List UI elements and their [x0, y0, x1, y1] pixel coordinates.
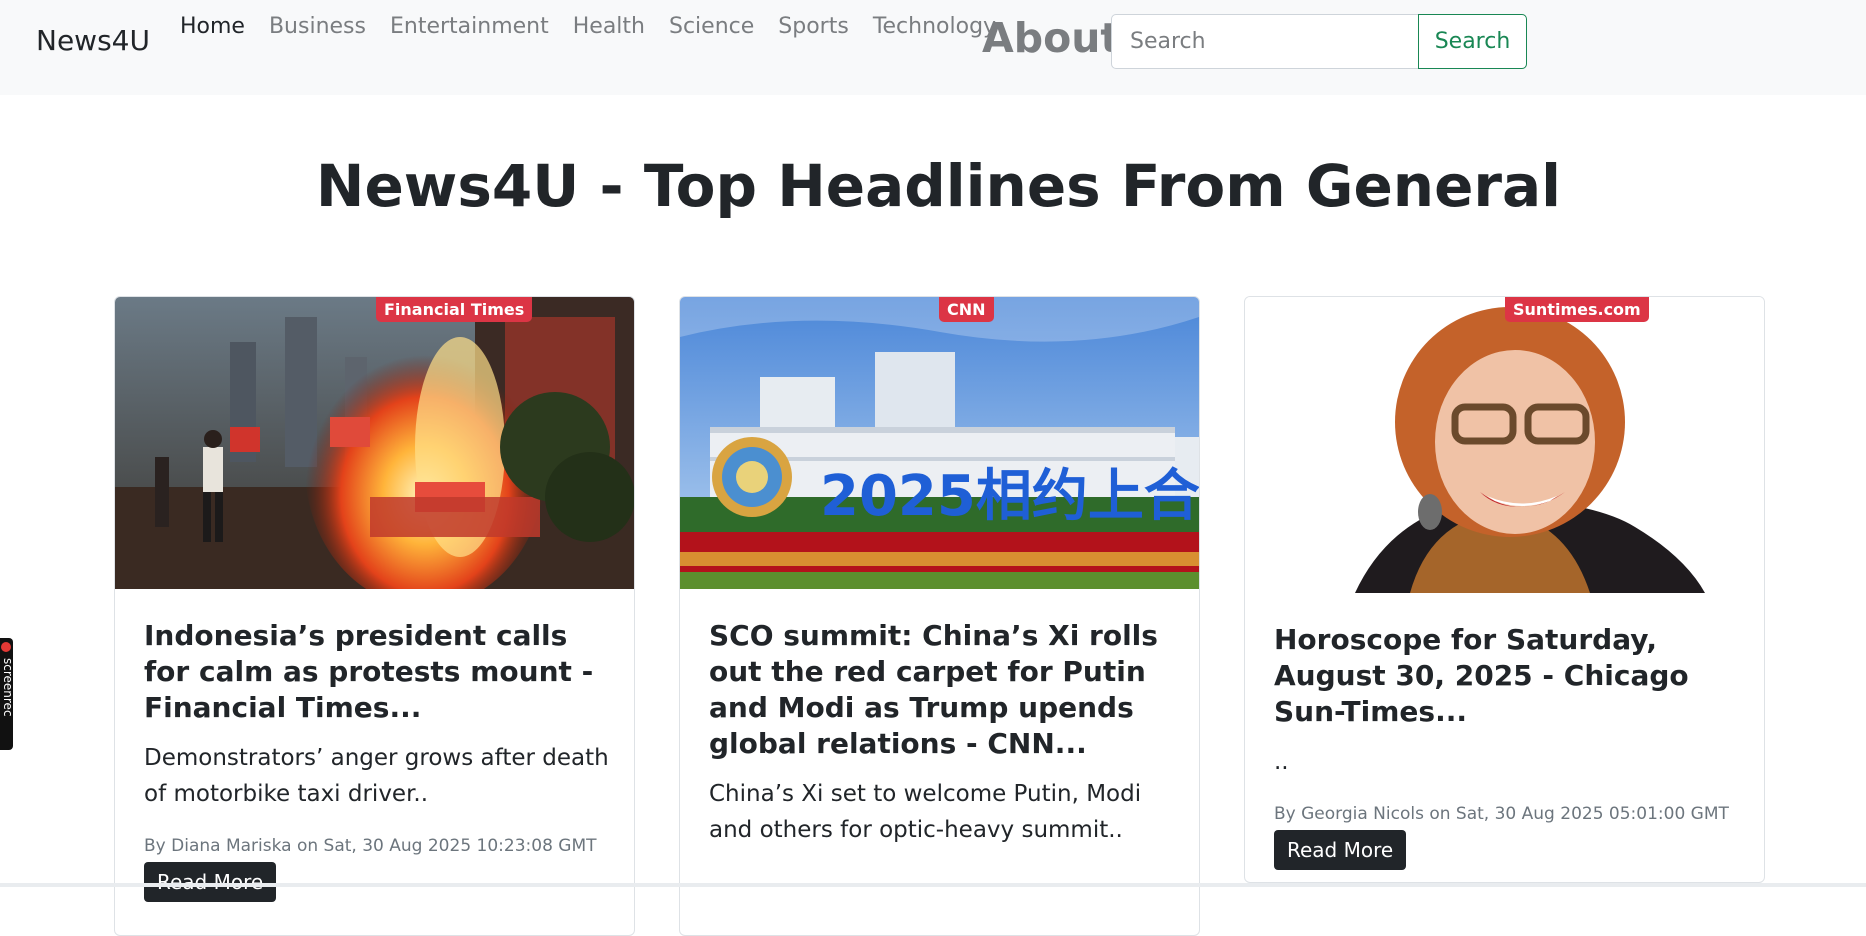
news-card: CNN 2025相约上合 SCO summit: China’s Xi roll…	[679, 296, 1200, 936]
protest-image	[115, 297, 634, 589]
nav-links: Home Business Entertainment Health Scien…	[180, 14, 1020, 39]
sco-sign-text: 2025相约上合	[820, 464, 1199, 529]
nav-link-business[interactable]: Business	[269, 14, 366, 39]
read-more-button[interactable]: Read More	[144, 862, 277, 902]
nav-link-sports[interactable]: Sports	[778, 14, 849, 39]
article-meta: By Georgia Nicols on Sat, 30 Aug 2025 05…	[1274, 804, 1729, 824]
card-body: SCO summit: China’s Xi rolls out the red…	[709, 618, 1175, 848]
screen-recorder-tab[interactable]: screenrec	[0, 638, 15, 750]
navbar: News4U Home Business Entertainment Healt…	[0, 0, 1866, 95]
news-card: Financial Times Indonesia’s president ca…	[114, 296, 635, 936]
card-body: Indonesia’s president calls for calm as …	[144, 618, 610, 902]
article-title[interactable]: Indonesia’s president calls for calm as …	[144, 618, 610, 726]
nav-link-home[interactable]: Home	[180, 14, 245, 39]
nav-link-science[interactable]: Science	[669, 14, 754, 39]
screen-recorder-label: screenrec	[1, 658, 15, 717]
search-input[interactable]	[1111, 14, 1419, 69]
article-meta: By Diana Mariska on Sat, 30 Aug 2025 10:…	[144, 836, 597, 856]
article-image-portrait	[1245, 297, 1764, 593]
portrait-image	[1245, 297, 1764, 593]
article-image-sco: 2025相约上合	[680, 297, 1199, 589]
sco-image: 2025相约上合	[680, 297, 1199, 589]
page-title: News4U - Top Headlines From General	[315, 152, 1562, 220]
nav-link-about[interactable]: About	[982, 14, 1120, 62]
brand-link[interactable]: News4U	[36, 24, 150, 57]
article-description: ..	[1274, 749, 1289, 775]
nav-link-technology[interactable]: Technology	[873, 14, 996, 39]
search-button[interactable]: Search	[1418, 14, 1527, 69]
nav-link-health[interactable]: Health	[573, 14, 645, 39]
nav-link-entertainment[interactable]: Entertainment	[390, 14, 549, 39]
article-image-protest	[115, 297, 634, 589]
article-description: China’s Xi set to welcome Putin, Modi an…	[709, 781, 1142, 843]
source-badge: Financial Times	[376, 297, 533, 322]
card-body: Horoscope for Saturday, August 30, 2025 …	[1274, 622, 1740, 870]
article-title[interactable]: Horoscope for Saturday, August 30, 2025 …	[1274, 622, 1740, 730]
article-title[interactable]: SCO summit: China’s Xi rolls out the red…	[709, 618, 1175, 762]
horizontal-scrollbar[interactable]	[0, 883, 1866, 887]
read-more-button[interactable]: Read More	[1274, 830, 1407, 870]
news-card: Suntimes.com Horoscope for Saturday, Aug…	[1244, 296, 1765, 883]
record-icon	[1, 642, 11, 652]
source-badge: Suntimes.com	[1505, 297, 1649, 322]
article-description: Demonstrators’ anger grows after death o…	[144, 745, 609, 807]
source-badge: CNN	[939, 297, 994, 322]
